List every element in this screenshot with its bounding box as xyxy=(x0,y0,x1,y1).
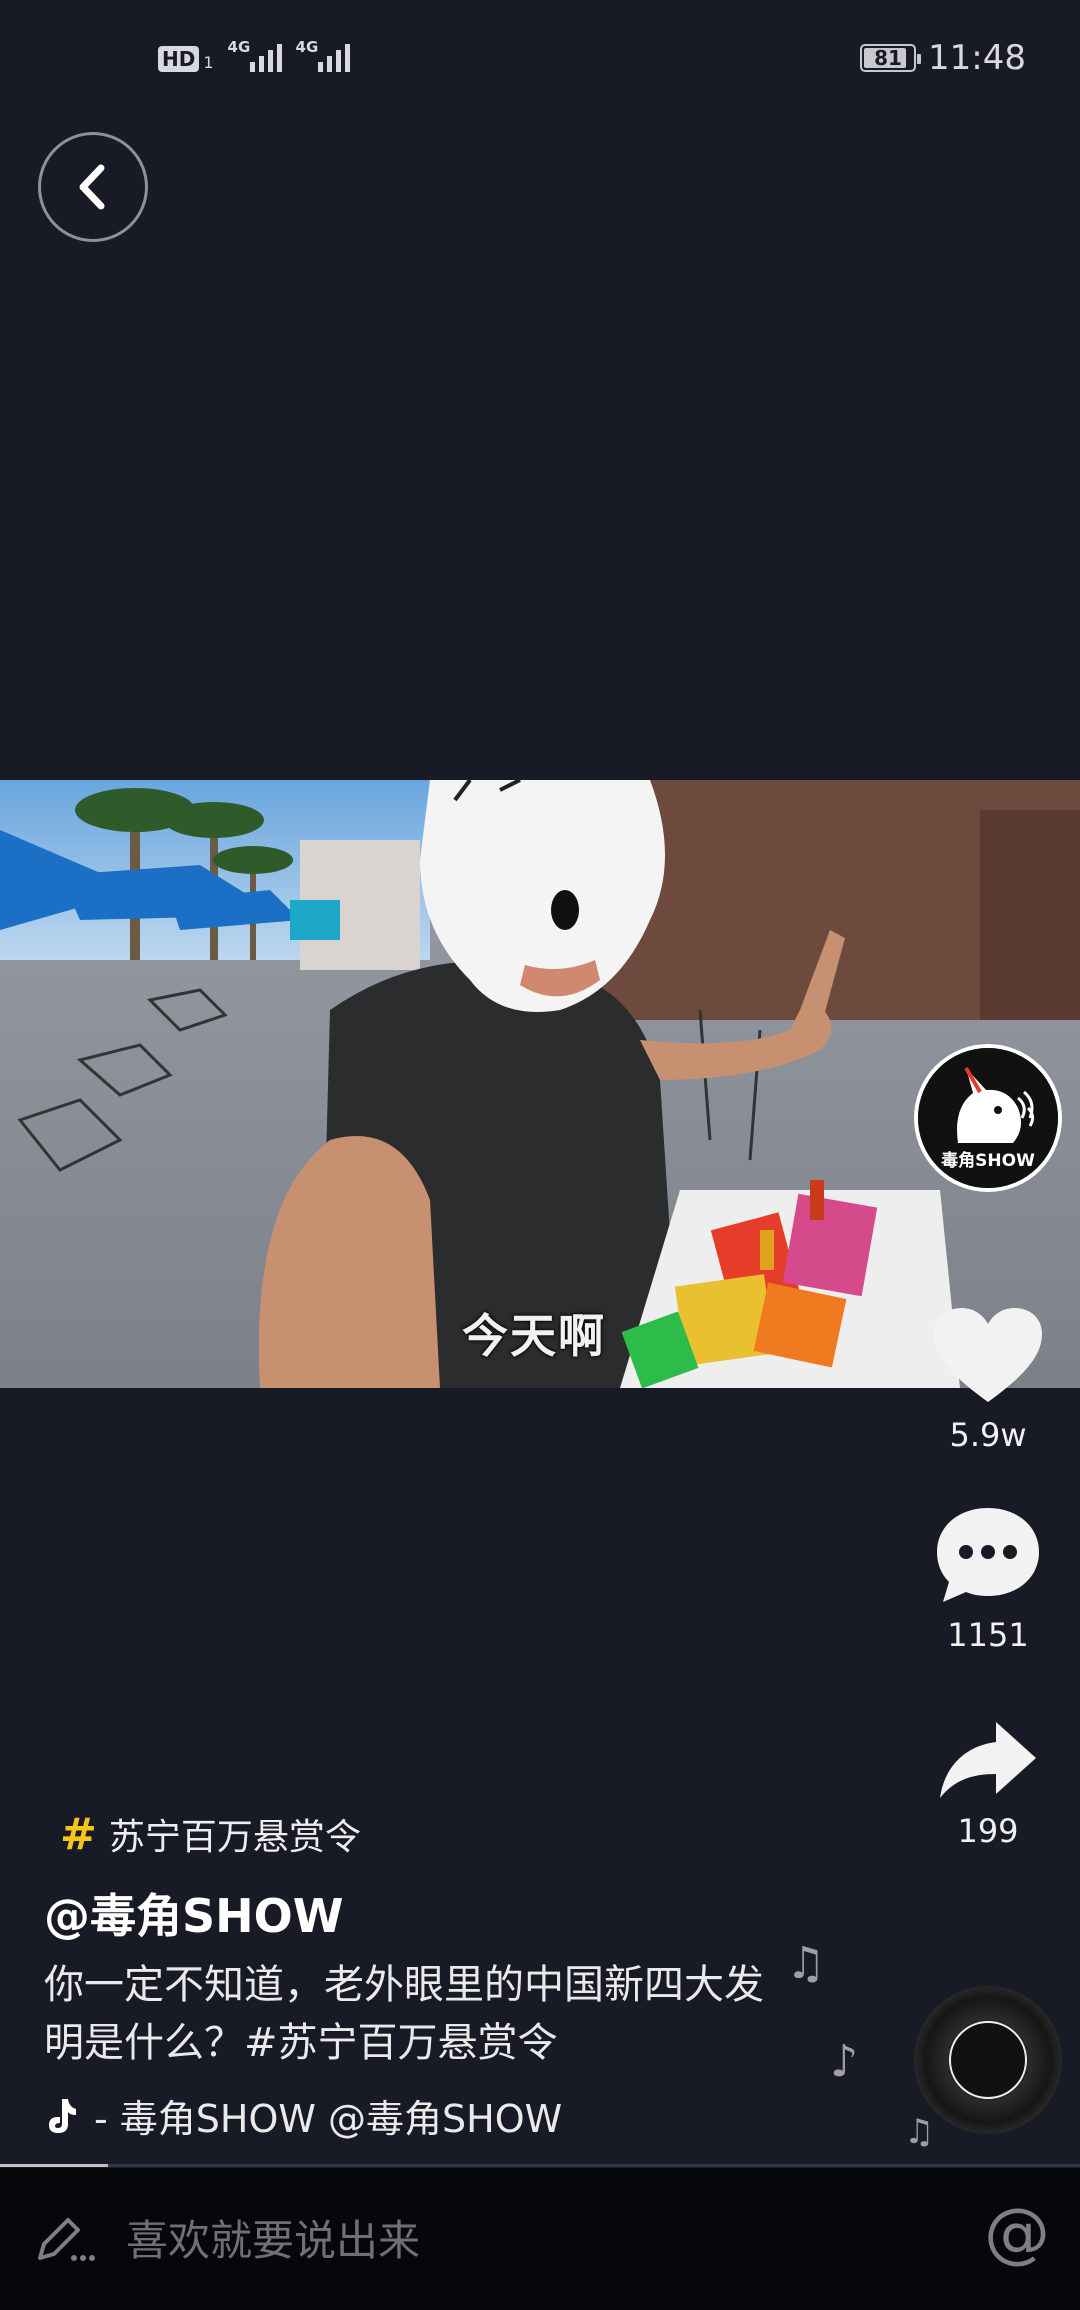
hd-badge: HD xyxy=(158,46,200,72)
music-note-icon: ♫ xyxy=(786,1938,826,1989)
music-disc[interactable] xyxy=(914,1986,1062,2134)
video-player[interactable] xyxy=(0,780,1080,1388)
comment-button[interactable]: 1151 xyxy=(918,1504,1058,1654)
disc-cover-icon xyxy=(949,2021,1027,2099)
status-bar: HD 1 4G 4G 81 11:48 xyxy=(0,0,1080,120)
like-count: 5.9w xyxy=(949,1416,1027,1454)
music-info[interactable]: - 毒角SHOW @毒角SHOW xyxy=(44,2088,604,2143)
hd-sub: 1 xyxy=(203,53,214,72)
pen-icon xyxy=(38,2218,95,2261)
comment-bar: @ xyxy=(0,2168,1080,2310)
author-name[interactable]: @毒角SHOW xyxy=(44,1880,343,1946)
video-progress[interactable] xyxy=(0,2164,1080,2167)
clock: 11:48 xyxy=(928,38,1026,78)
battery-icon: 81 xyxy=(860,44,922,72)
share-button[interactable]: 199 xyxy=(918,1718,1058,1850)
video-frame-image xyxy=(0,780,1080,1388)
back-button[interactable] xyxy=(38,132,148,242)
share-count: 199 xyxy=(957,1812,1019,1850)
video-subtitle: 今天啊 xyxy=(462,1309,606,1363)
signal-icon-1: 4G xyxy=(228,38,282,72)
heart-icon xyxy=(934,1308,1042,1402)
video-progress-fill xyxy=(0,2164,108,2167)
at-mention-icon[interactable]: @ xyxy=(984,2194,1050,2271)
music-note-icon: ♪ xyxy=(830,2036,859,2087)
avatar-logo-text: 毒角SHOW xyxy=(941,1150,1035,1171)
comment-bubble-icon xyxy=(937,1508,1039,1602)
network-label-1: 4G xyxy=(227,38,251,56)
battery-level: 81 xyxy=(874,46,902,70)
network-label-2: 4G xyxy=(295,38,319,56)
comment-count: 1151 xyxy=(947,1616,1029,1654)
music-track: - 毒角SHOW @毒角SHOW xyxy=(94,2097,563,2141)
like-button[interactable]: 5.9w xyxy=(918,1306,1058,1454)
signal-icon-2: 4G xyxy=(296,38,350,72)
chevron-left-icon xyxy=(79,164,105,210)
share-arrow-icon xyxy=(940,1722,1036,1798)
unicorn-logo-icon: 毒角SHOW xyxy=(918,1048,1058,1188)
author-avatar[interactable]: 毒角SHOW xyxy=(914,1044,1062,1192)
topic-label: 苏宁百万悬赏令 xyxy=(108,1817,361,1858)
topic-tag[interactable]: # 苏宁百万悬赏令 xyxy=(60,1808,361,1860)
tiktok-note-icon xyxy=(49,2098,76,2133)
network-indicators: HD 1 4G 4G xyxy=(158,38,350,72)
hashtag-icon: # xyxy=(60,1808,97,1860)
music-note-icon: ♫ xyxy=(904,2112,935,2152)
comment-input[interactable] xyxy=(126,2208,946,2272)
video-description: 你一定不知道，老外眼里的中国新四大发明是什么？#苏宁百万悬赏令 xyxy=(44,1962,764,2066)
